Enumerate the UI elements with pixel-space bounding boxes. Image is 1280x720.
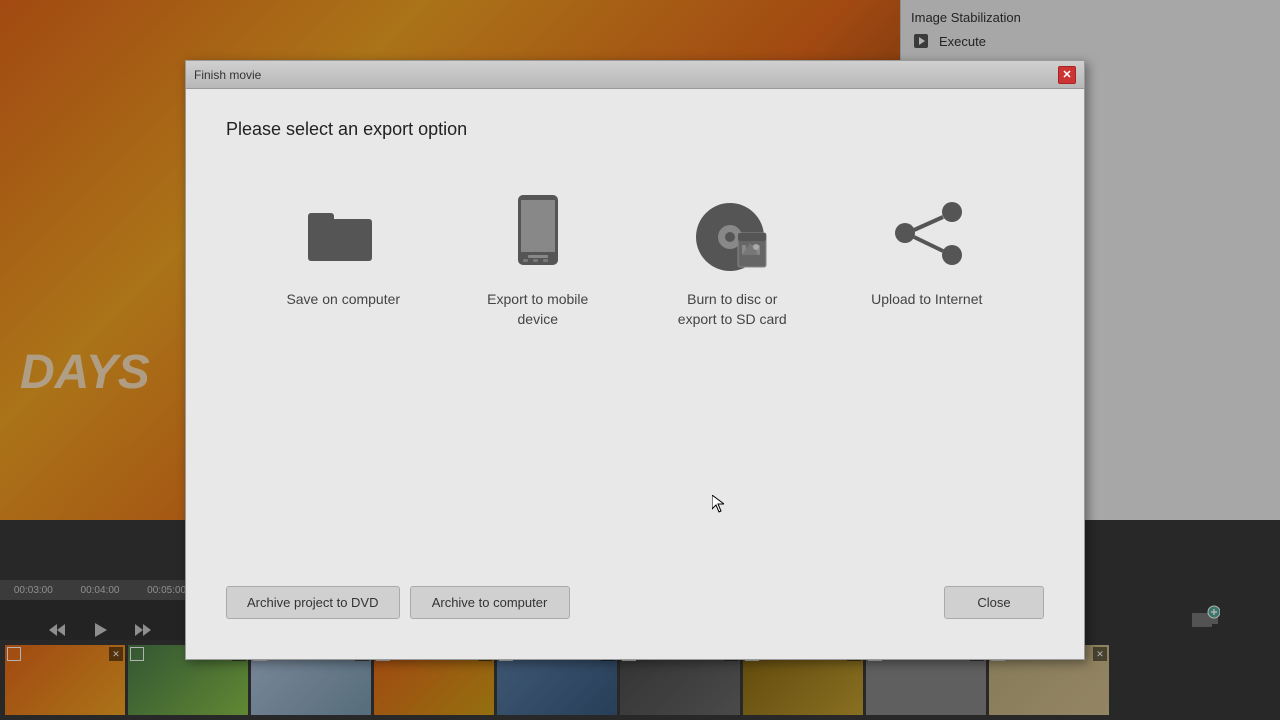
- disc-svg-icon: [692, 195, 772, 275]
- dialog-title: Finish movie: [194, 68, 261, 82]
- export-options-container: Save on computer Export: [226, 180, 1044, 571]
- finish-movie-dialog: Finish movie ✕ Please select an export o…: [185, 60, 1085, 660]
- archive-computer-button[interactable]: Archive to computer: [410, 586, 570, 619]
- modal-overlay: Finish movie ✕ Please select an export o…: [0, 0, 1280, 720]
- share-svg-icon: [887, 200, 967, 270]
- dialog-content: Please select an export option Save on c…: [186, 89, 1084, 659]
- phone-svg-icon: [513, 195, 563, 275]
- export-mobile-option[interactable]: Export to mobile device: [458, 180, 618, 344]
- upload-internet-option[interactable]: Upload to Internet: [847, 180, 1007, 325]
- folder-icon: [303, 195, 383, 275]
- upload-internet-label: Upload to Internet: [871, 290, 982, 310]
- export-mobile-label: Export to mobile device: [473, 290, 603, 329]
- dialog-close-button[interactable]: ✕: [1058, 66, 1076, 84]
- burn-disc-label: Burn to disc or export to SD card: [667, 290, 797, 329]
- share-icon: [887, 195, 967, 275]
- dialog-bottom-actions: Archive project to DVD Archive to comput…: [226, 571, 1044, 629]
- close-dialog-button[interactable]: Close: [944, 586, 1044, 619]
- save-computer-label: Save on computer: [286, 290, 400, 310]
- phone-icon: [498, 195, 578, 275]
- archive-buttons-group: Archive project to DVD Archive to comput…: [226, 586, 570, 619]
- disc-icon: [692, 195, 772, 275]
- close-x-icon: ✕: [1062, 68, 1071, 81]
- save-on-computer-option[interactable]: Save on computer: [263, 180, 423, 325]
- dialog-titlebar: Finish movie ✕: [186, 61, 1084, 89]
- folder-svg-icon: [308, 205, 378, 265]
- dialog-heading: Please select an export option: [226, 119, 1044, 140]
- burn-disc-option[interactable]: Burn to disc or export to SD card: [652, 180, 812, 344]
- archive-dvd-button[interactable]: Archive project to DVD: [226, 586, 400, 619]
